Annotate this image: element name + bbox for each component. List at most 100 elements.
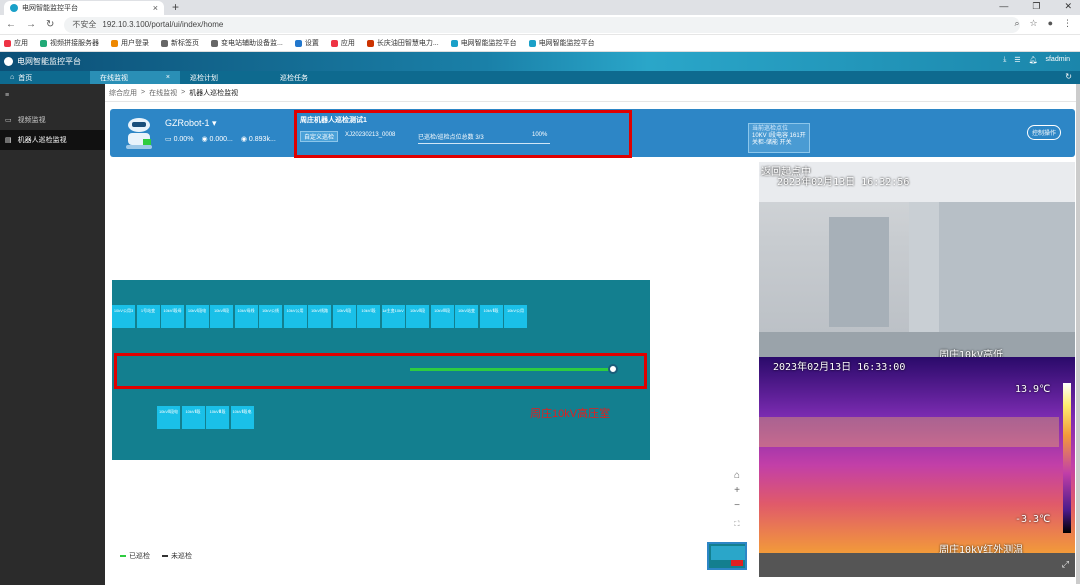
sidebar-collapse[interactable]: ≡	[0, 84, 105, 106]
bookmark-item[interactable]: 变电站辅助设备监...	[211, 38, 283, 48]
profile-icon[interactable]: ●	[1048, 18, 1053, 29]
forward-icon[interactable]: →	[26, 19, 36, 30]
cabinet-bottom[interactable]: 10kVⅢ段	[206, 406, 229, 429]
sidebar-item-robot-monitor[interactable]: ▤ 机器人巡检监视	[0, 130, 105, 150]
minimap-view	[711, 546, 745, 560]
tab-home[interactable]: ⌂ 首页	[0, 71, 90, 84]
bookmark-item[interactable]: 应用	[4, 38, 28, 48]
cabinet-bottom[interactable]: 10kVⅡ段	[181, 406, 205, 429]
menu-icon[interactable]: ⋮	[1063, 18, 1072, 29]
bookmark-icon	[40, 39, 47, 47]
legend-todo: 未巡检	[171, 553, 192, 560]
track-highlight-box	[114, 353, 647, 389]
map-minimap[interactable]	[707, 542, 747, 570]
tab-inspection-plan[interactable]: 巡检计划	[180, 71, 270, 84]
bookmark-icon	[111, 39, 118, 47]
tab-inspection-task[interactable]: 巡检任务	[270, 71, 360, 84]
cabinet-top[interactable]: 10kV线路	[308, 305, 331, 328]
bookmark-item[interactable]: 电网智能监控平台	[450, 38, 517, 48]
cabinet-top[interactable]: 10kV站变	[455, 305, 478, 328]
bookmark-label: 长庆油田智慧电力...	[376, 40, 439, 47]
browser-tab[interactable]: 电网智能监控平台 ×	[4, 1, 164, 15]
cabinet-top[interactable]: 10kV公用3	[112, 305, 135, 328]
cabinet-top[interactable]: 10kVⅢ段	[430, 305, 454, 328]
thermal-camera-view[interactable]: 2023年02月13日 16:33:00 13.9℃ -3.3℃ 周庄10kV红…	[759, 357, 1075, 553]
home-view-icon[interactable]: ⌂	[734, 470, 740, 481]
bookmark-icon	[366, 39, 374, 47]
restore-icon[interactable]: ❐	[1032, 1, 1040, 12]
cabinet-top[interactable]: 10kV公用	[504, 305, 527, 328]
sidebar: ≡ ▭ 视频监视 ▤ 机器人巡检监视	[0, 84, 105, 585]
breadcrumb-item[interactable]: 在线监视	[149, 88, 177, 98]
close-window-icon[interactable]: ✕	[1064, 1, 1072, 12]
bookmark-item[interactable]: 应用	[330, 38, 355, 48]
zoom-in-icon[interactable]: +	[734, 485, 740, 496]
map-legend: 已巡检 未巡检	[120, 551, 192, 561]
cabinet-top[interactable]: 10kVⅠ段母	[161, 305, 184, 328]
site-favicon-icon	[10, 4, 18, 12]
fullscreen-icon[interactable]: ⤢	[1062, 559, 1069, 570]
zoom-icon[interactable]: ⌕	[1014, 18, 1019, 29]
task-highlight-box	[294, 110, 632, 158]
cabinet-top[interactable]: 1号站变	[136, 305, 160, 328]
back-icon[interactable]: ←	[6, 19, 16, 30]
page-scrollbar[interactable]	[1076, 84, 1080, 584]
current-point-value: 10KV I段电容 161开关柜-储能 开关	[752, 133, 806, 146]
bookmark-item[interactable]: 电网智能监控平台	[528, 38, 595, 48]
visible-camera-view[interactable]: 返回起点中 2023年02月13日 16:32:56 周庄10kV高低	[759, 162, 1075, 357]
list-icon[interactable]: ☰	[1014, 56, 1020, 64]
refresh-icon[interactable]: ↻	[1065, 72, 1072, 81]
cabinet-top[interactable]: 10kV公用	[283, 305, 307, 328]
reload-icon[interactable]: ↻	[46, 19, 54, 30]
tab-online-monitor[interactable]: 在线监视 ×	[90, 71, 180, 84]
cabinet-top[interactable]: 10kVⅡ段	[406, 305, 429, 328]
cabinet-bottom[interactable]: 10kVⅡ段电	[157, 406, 180, 429]
app-title: 电网智能监控平台	[17, 57, 81, 66]
robot-name-select[interactable]: GZRobot-1 ▾	[165, 118, 217, 129]
bell-icon[interactable]: 🔔︎	[1029, 56, 1038, 64]
fit-view-icon[interactable]: ⛶	[735, 521, 740, 529]
bookmark-item[interactable]: 长庆油田智慧电力...	[366, 38, 439, 48]
cabinet-top[interactable]: 10kV公线	[259, 305, 282, 328]
tab-label: 巡检计划	[190, 74, 218, 82]
monitor-icon: ▭	[5, 117, 12, 124]
download-icon[interactable]: ⤓	[1003, 56, 1006, 64]
camera2-caption: 周庄10kV红外测温	[939, 545, 1024, 553]
user-name[interactable]: sfadmin	[1045, 56, 1070, 64]
cabinet-top[interactable]: 1#主变10kV	[381, 305, 405, 328]
window-controls: — ❐ ✕	[999, 1, 1072, 12]
close-tab-icon[interactable]: ×	[153, 3, 158, 13]
breadcrumb: 综合应用 > 在线监视 > 机器人巡检监视	[105, 84, 1080, 102]
camera1-timestamp: 2023年02月13日 16:32:56	[777, 177, 910, 188]
cabinet-top[interactable]: 10kVⅡ段	[479, 305, 503, 328]
cabinet-top[interactable]: 10kVⅡ段	[210, 305, 233, 328]
url-field[interactable]: 不安全 192.10.3.100/portal/ui/index/home	[64, 16, 1020, 33]
robot-icon: ▤	[5, 137, 12, 144]
new-tab-icon[interactable]: +	[172, 0, 179, 14]
cabinet-top[interactable]: 10kV母线	[234, 305, 258, 328]
breadcrumb-item[interactable]: 综合应用	[109, 88, 137, 98]
bookmark-label: 应用	[340, 40, 355, 47]
close-tab-icon[interactable]: ×	[166, 74, 170, 81]
thermal-hotspot-band	[759, 417, 1059, 447]
tab-label: 巡检任务	[280, 74, 308, 82]
control-operation-button[interactable]: 控制操作	[1026, 125, 1061, 140]
cabinet-top[interactable]: 10kVⅠ段	[332, 305, 356, 328]
sidebar-item-video-monitor[interactable]: ▭ 视频监视	[0, 110, 105, 130]
bookmark-item[interactable]: 设置	[294, 38, 319, 48]
bookmark-star-icon[interactable]: ☆	[1029, 18, 1037, 29]
cabinet-left	[829, 217, 889, 327]
bookmark-label: 视频拼接服务器	[50, 40, 99, 47]
cabinet-top[interactable]: 10kVⅠ段	[357, 305, 380, 328]
cabinet-bottom[interactable]: 10kVⅡ段电	[230, 406, 254, 429]
tab-label: 首页	[18, 74, 33, 82]
zoom-out-icon[interactable]: −	[734, 500, 740, 511]
bookmark-item[interactable]: 用户登录	[111, 38, 149, 48]
cabinet-top[interactable]: 10kVⅠ段电	[185, 305, 209, 328]
bookmark-item[interactable]: 视频拼接服务器	[40, 38, 99, 48]
bookmark-item[interactable]: 新标签页	[161, 38, 199, 48]
tab-label: 在线监视	[100, 74, 128, 82]
floor	[759, 332, 1075, 357]
legend-done-swatch	[120, 555, 126, 557]
minimize-icon[interactable]: —	[999, 1, 1008, 12]
